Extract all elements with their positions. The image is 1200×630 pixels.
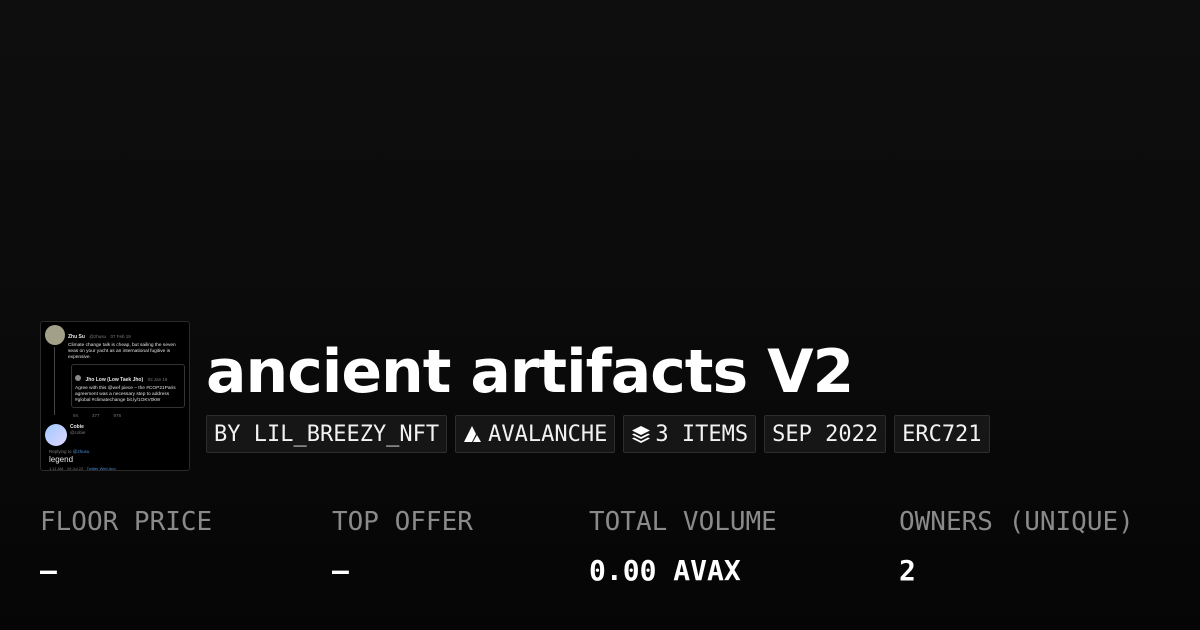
quote-date: 03 Jan 16 — [147, 377, 168, 382]
owners-label: OWNERS (UNIQUE) — [899, 507, 1134, 537]
date-tag[interactable]: SEP 2022 — [764, 415, 887, 453]
total-volume-value: 0.00 AVAX — [589, 554, 741, 587]
items-label: 3 ITEMS — [655, 421, 749, 447]
reply-count: 94 — [73, 413, 79, 418]
quoted-tweet: Jho Low (Low Taek Jho) 03 Jan 16 Agree w… — [71, 364, 185, 408]
top-offer-value: – — [332, 554, 349, 587]
like-count: 978 — [113, 413, 122, 418]
tweet-date: 07 Feb 19 — [110, 334, 131, 339]
standard-tag[interactable]: ERC721 — [894, 415, 990, 453]
creator-tag[interactable]: BY LIL_BREEZY_NFT — [206, 415, 448, 453]
reply-text: legend — [49, 455, 74, 464]
chain-label: AVALANCHE — [488, 421, 608, 447]
chain-tag[interactable]: AVALANCHE — [455, 415, 616, 453]
owners-value: 2 — [899, 554, 916, 587]
avatar — [45, 325, 65, 345]
total-volume-stat: TOTAL VOLUME 0.00 AVAX — [589, 506, 777, 588]
retweet-count: 377 — [92, 413, 100, 418]
quote-text: Agree with this @wef piece – the #COP21P… — [75, 386, 176, 403]
items-tag[interactable]: 3 ITEMS — [623, 415, 757, 453]
tweet-header: Zhu Su @zhusu 07 Feb 19 Climate change t… — [45, 325, 185, 361]
collection-thumbnail: Zhu Su @zhusu 07 Feb 19 Climate change t… — [40, 321, 190, 471]
reply-handle: @cobie — [70, 430, 86, 435]
top-offer-stat: TOP OFFER – — [332, 506, 473, 588]
floor-price-stat: FLOOR PRICE – — [40, 506, 212, 588]
floor-price-value: – — [40, 554, 57, 587]
standard-label: ERC721 — [902, 421, 982, 447]
date-label: SEP 2022 — [772, 421, 879, 447]
avatar — [45, 424, 67, 446]
tweet-handle: @zhusu — [89, 334, 106, 339]
avalanche-icon — [464, 426, 482, 442]
reply-timestamp: 1:11 AM · 19 Jul 22 · — [49, 466, 86, 471]
avatar — [75, 375, 81, 381]
replying-handle: @zhusu — [72, 449, 90, 454]
floor-price-label: FLOOR PRICE — [40, 507, 213, 537]
reply-time: 1:11 AM · 19 Jul 22 · Twitter Web App — [49, 466, 185, 471]
collection-title: ancient artifacts V2 — [206, 337, 854, 407]
tweet-text: Climate change talk is cheap, but sailin… — [68, 343, 176, 360]
reply-header: Cobie @cobie — [45, 424, 185, 446]
replying-to: Replying to @zhusu — [49, 449, 185, 454]
creator-label: BY LIL_BREEZY_NFT — [214, 421, 440, 447]
tweet-author: Zhu Su — [68, 334, 85, 340]
reply-client: Twitter Web App — [86, 466, 116, 471]
replying-prefix: Replying to — [49, 449, 72, 454]
tweet-actions: 94 377 978 — [73, 413, 185, 418]
total-volume-label: TOTAL VOLUME — [589, 507, 777, 537]
quote-author: Jho Low (Low Taek Jho) — [85, 377, 144, 383]
collection-tags: BY LIL_BREEZY_NFT AVALANCHE 3 ITEMS SEP … — [206, 415, 990, 453]
top-offer-label: TOP OFFER — [332, 507, 473, 537]
thread-line — [54, 347, 55, 415]
owners-stat: OWNERS (UNIQUE) 2 — [899, 506, 1134, 588]
layers-icon — [632, 426, 651, 443]
